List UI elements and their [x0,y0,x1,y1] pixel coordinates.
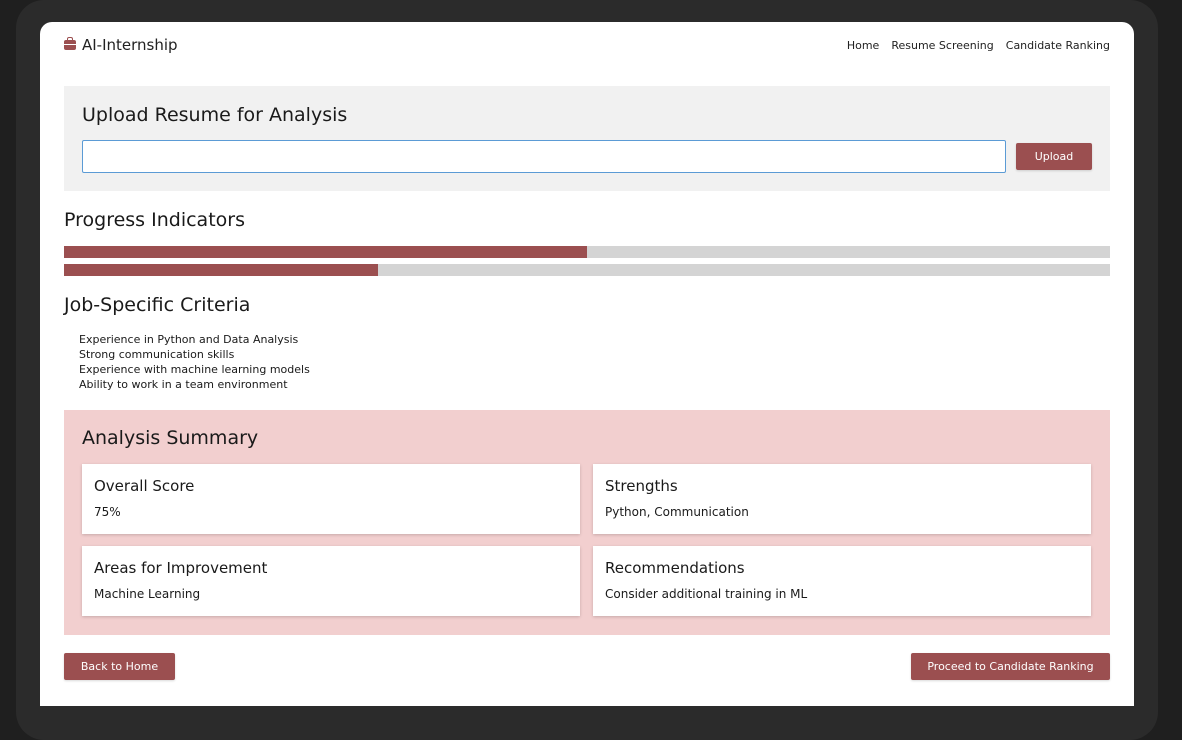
criteria-heading: Job-Specific Criteria [64,294,251,316]
card-value: Consider additional training in ML [605,587,808,601]
brand-name: AI-Internship [82,36,178,54]
upload-button[interactable]: Upload [1016,143,1092,170]
app-window: AI-Internship Home Resume Screening Cand… [40,22,1134,706]
card-title: Areas for Improvement [94,559,268,577]
nav-link-candidate-ranking[interactable]: Candidate Ranking [1006,39,1110,52]
card-strengths: Strengths Python, Communication [593,464,1091,534]
card-title: Overall Score [94,477,195,495]
upload-section: Upload Resume for Analysis Upload [64,86,1110,191]
criteria-list: Experience in Python and Data Analysis S… [79,332,310,392]
proceed-to-ranking-button[interactable]: Proceed to Candidate Ranking [911,653,1110,680]
progress-bar-2 [64,264,1110,276]
nav-links: Home Resume Screening Candidate Ranking [847,39,1110,52]
briefcase-icon [64,37,76,50]
upload-title: Upload Resume for Analysis [82,104,348,126]
progress-bar-1 [64,246,1110,258]
card-overall-score: Overall Score 75% [82,464,580,534]
card-value: Python, Communication [605,505,749,519]
criteria-item: Experience in Python and Data Analysis [79,333,299,346]
nav-link-resume-screening[interactable]: Resume Screening [891,39,993,52]
progress-fill-2 [64,264,378,276]
criteria-item: Ability to work in a team environment [79,378,288,391]
criteria-item: Strong communication skills [79,348,235,361]
progress-heading: Progress Indicators [64,209,245,231]
criteria-item: Experience with machine learning models [79,363,310,376]
card-areas-for-improvement: Areas for Improvement Machine Learning [82,546,580,616]
card-value: 75% [94,505,121,519]
analysis-summary: Analysis Summary Overall Score 75% Stren… [64,410,1110,635]
resume-upload-input[interactable] [82,140,1006,173]
top-navbar: AI-Internship Home Resume Screening Cand… [64,34,1110,56]
back-to-home-button[interactable]: Back to Home [64,653,175,680]
card-recommendations: Recommendations Consider additional trai… [593,546,1091,616]
card-title: Strengths [605,477,678,495]
brand[interactable]: AI-Internship [64,36,178,54]
card-value: Machine Learning [94,587,201,601]
card-title: Recommendations [605,559,745,577]
summary-title: Analysis Summary [82,427,259,449]
nav-link-home[interactable]: Home [847,39,879,52]
progress-fill-1 [64,246,587,258]
